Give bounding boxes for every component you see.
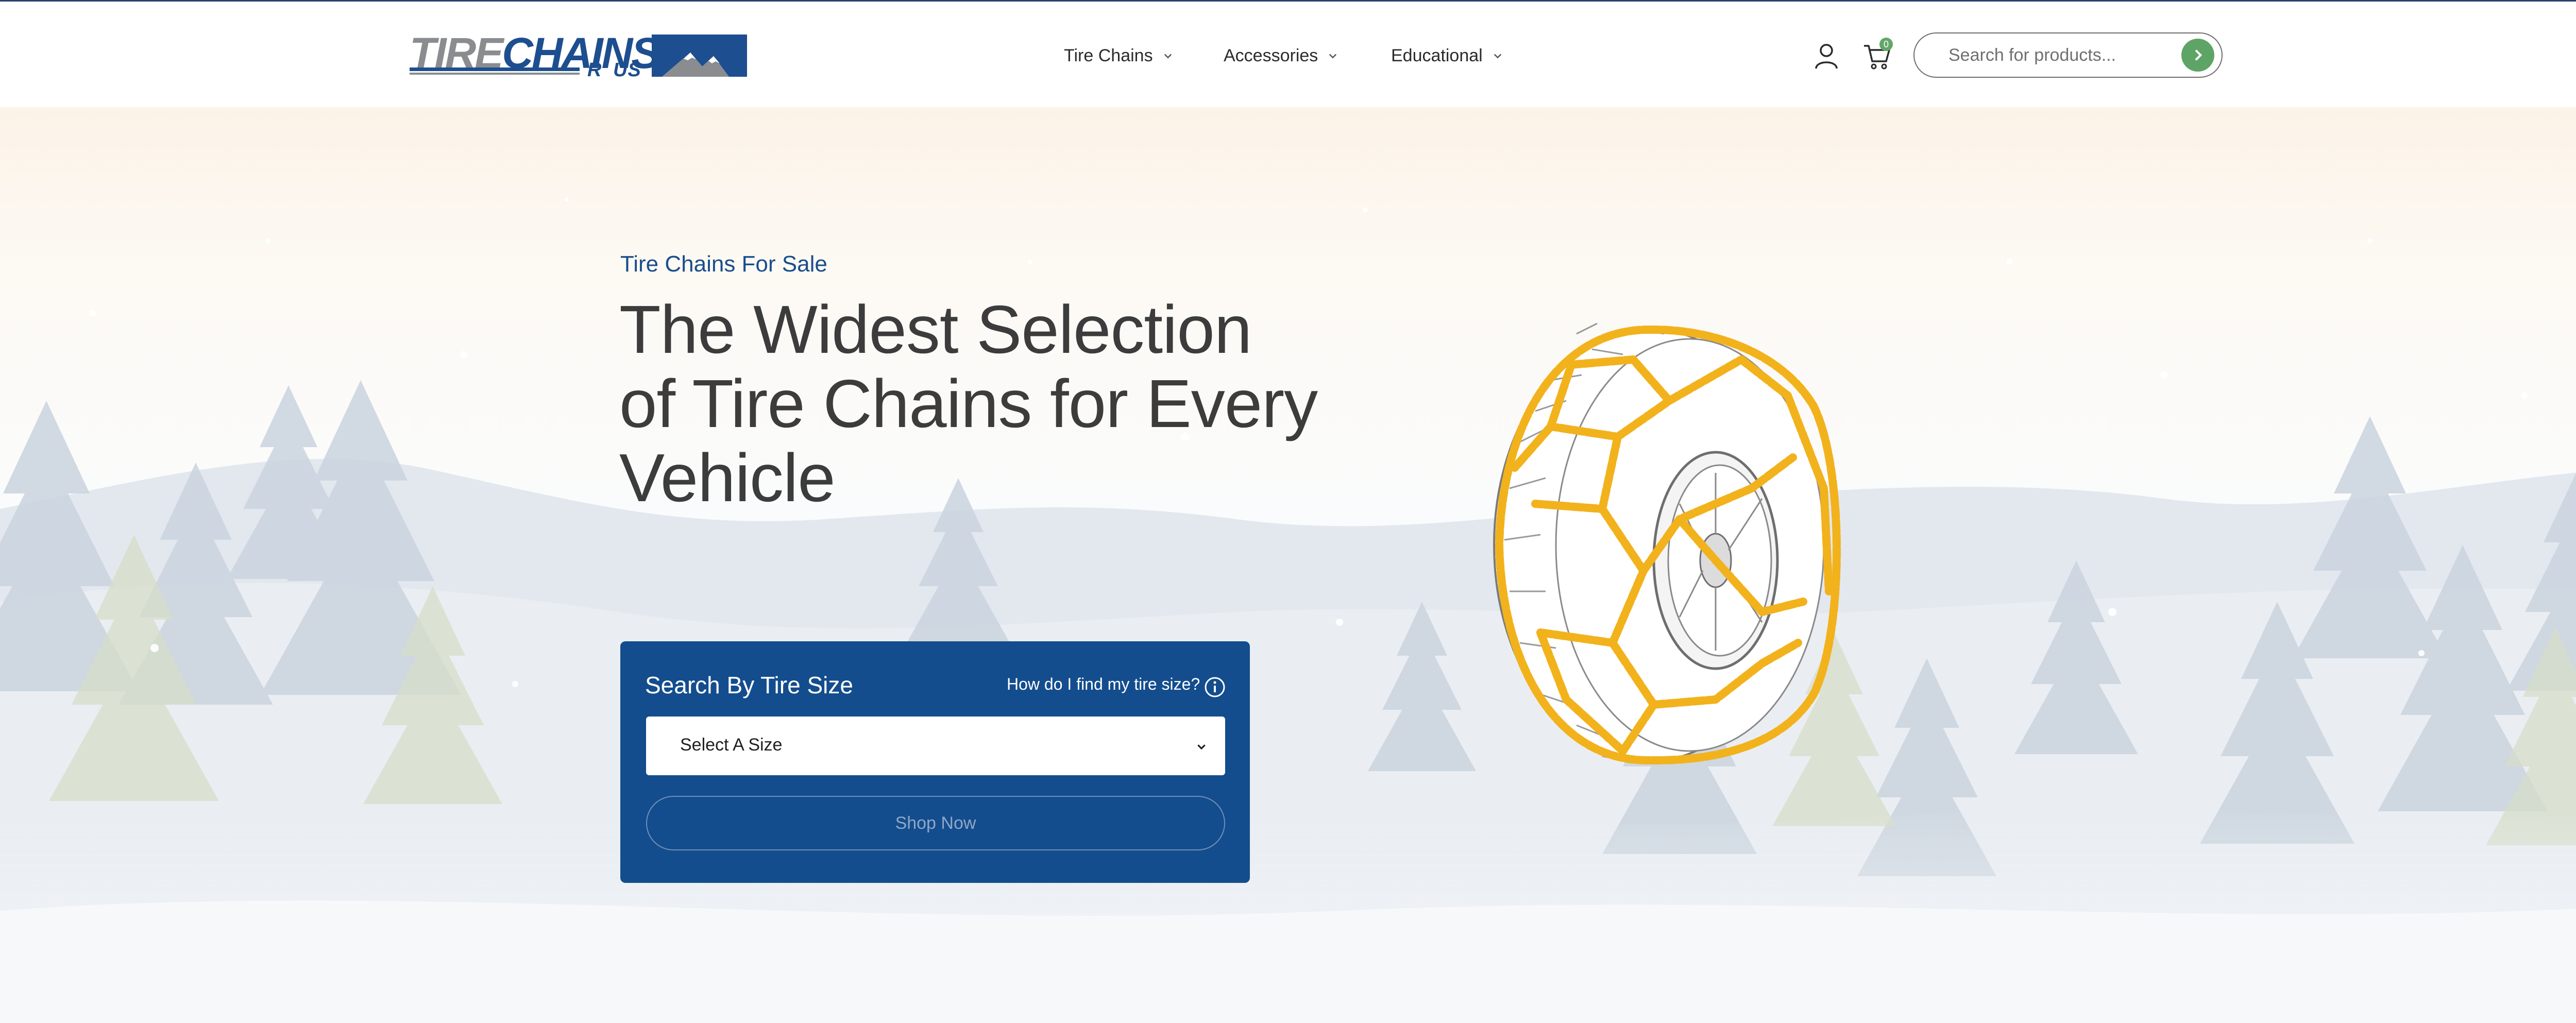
nav-educational-label: Educational xyxy=(1391,45,1483,65)
hero-eyebrow: Tire Chains For Sale xyxy=(620,251,827,277)
search-submit-button[interactable] xyxy=(2181,39,2214,72)
tire-size-search-panel: Search By Tire Size How do I find my tir… xyxy=(620,641,1250,883)
cart-count-badge: 0 xyxy=(1879,38,1893,51)
chevron-down-icon xyxy=(1329,54,1337,59)
nav-accessories-label: Accessories xyxy=(1224,45,1318,65)
logo-subtext: 'R' US xyxy=(582,59,641,81)
nav-tire-chains-label: Tire Chains xyxy=(1064,45,1153,65)
search-input[interactable] xyxy=(1948,41,2170,70)
chevron-down-icon xyxy=(1164,54,1172,59)
nav-educational[interactable]: Educational xyxy=(1391,38,1505,74)
site-logo[interactable]: TIRECHAINS 'R' US xyxy=(410,31,747,81)
tire-chain-illustration xyxy=(1493,322,1841,765)
hero-section: Tire Chains For Sale The Widest Selectio… xyxy=(0,107,2576,1023)
search-bar xyxy=(1913,32,2223,78)
nav-tire-chains[interactable]: Tire Chains xyxy=(1064,38,1176,74)
site-header: TIRECHAINS 'R' US Tire Chains Accessorie… xyxy=(0,2,2576,107)
hero-headline: The Widest Selection of Tire Chains for … xyxy=(619,292,1318,516)
tire-size-select-value: Select A Size xyxy=(680,735,783,755)
logo-underline xyxy=(410,67,580,71)
tire-size-select[interactable]: Select A Size xyxy=(646,717,1225,775)
nav-accessories[interactable]: Accessories xyxy=(1224,38,1341,74)
user-icon[interactable] xyxy=(1814,43,1839,70)
chevron-down-icon xyxy=(1197,744,1206,750)
winter-forest-background xyxy=(0,198,2576,1023)
mountain-icon xyxy=(652,35,747,77)
find-tire-size-link[interactable]: How do I find my tire size? xyxy=(1007,675,1200,694)
chevron-right-icon xyxy=(2195,49,2202,61)
panel-title: Search By Tire Size xyxy=(645,672,853,698)
info-icon[interactable] xyxy=(1204,676,1226,698)
chevron-down-icon xyxy=(1494,54,1501,59)
shop-now-button[interactable]: Shop Now xyxy=(646,796,1225,850)
logo-underline-secondary xyxy=(410,73,580,75)
